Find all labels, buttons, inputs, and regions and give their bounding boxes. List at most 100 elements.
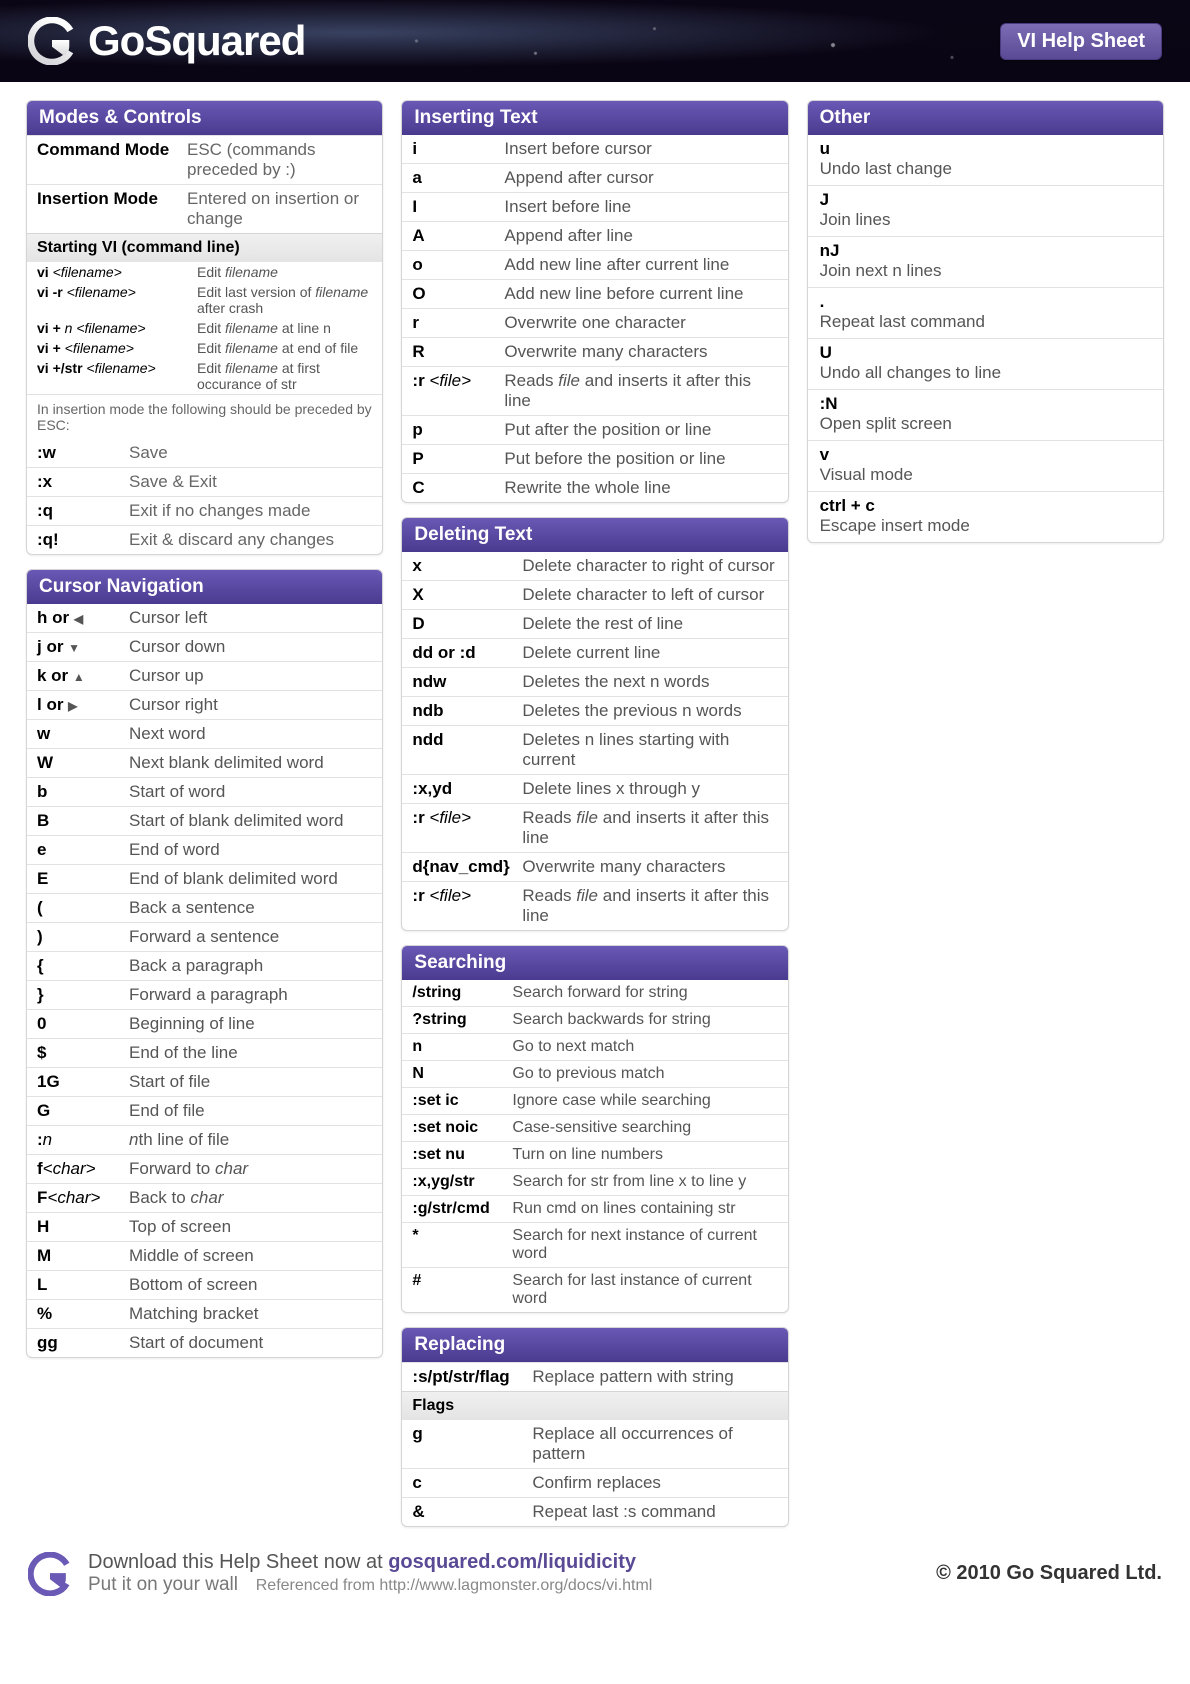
cmd: # bbox=[412, 1272, 512, 1290]
save-row: :wSave bbox=[27, 439, 382, 467]
desc: Reads file and inserts it after this lin… bbox=[522, 886, 777, 926]
cmd-row: ndbDeletes the previous n words bbox=[402, 696, 787, 725]
nav-row: (Back a sentence bbox=[27, 893, 382, 922]
desc: Go to previous match bbox=[512, 1065, 664, 1083]
cmd: { bbox=[37, 956, 129, 976]
starting-row: vi +/str <filename>Edit filename at firs… bbox=[27, 358, 382, 394]
cmd: ctrl + c bbox=[820, 496, 1151, 516]
starting-row: vi -r <filename>Edit last version of fil… bbox=[27, 282, 382, 318]
cmd-row: AAppend after line bbox=[402, 221, 787, 250]
cmd: Command Mode bbox=[37, 140, 187, 160]
cmd-row: nddDeletes n lines starting with current bbox=[402, 725, 787, 774]
nav-row: :nnth line of file bbox=[27, 1125, 382, 1154]
cmd-row: CRewrite the whole line bbox=[402, 473, 787, 502]
desc: Search backwards for string bbox=[512, 1011, 710, 1029]
desc: Save & Exit bbox=[129, 472, 217, 492]
cmd: p bbox=[412, 420, 504, 440]
desc: Middle of screen bbox=[129, 1246, 254, 1266]
copyright: © 2010 Go Squared Ltd. bbox=[936, 1562, 1162, 1585]
nav-row: eEnd of word bbox=[27, 835, 382, 864]
desc: Forward a sentence bbox=[129, 927, 279, 947]
desc-arg: file bbox=[576, 886, 598, 905]
cmd-row: ROverwrite many characters bbox=[402, 337, 787, 366]
other-row: vVisual mode bbox=[808, 440, 1163, 491]
cmd: 1G bbox=[37, 1072, 129, 1092]
desc: Case-sensitive searching bbox=[512, 1119, 691, 1137]
cmd-row: pPut after the position or line bbox=[402, 415, 787, 444]
cmd: l or bbox=[37, 695, 129, 715]
desc-arg: filename bbox=[315, 284, 368, 300]
cmd: gg bbox=[37, 1333, 129, 1353]
nav-row: $End of the line bbox=[27, 1038, 382, 1067]
nav-row: BStart of blank delimited word bbox=[27, 806, 382, 835]
desc-arg: filename bbox=[225, 320, 278, 336]
section-inserting-text: Inserting Text iInsert before cursoraApp… bbox=[401, 100, 788, 503]
cmd: :q bbox=[37, 501, 129, 521]
cmd: vi + n <filename> bbox=[37, 320, 197, 336]
cmd-arg: <filename> bbox=[86, 360, 155, 376]
other-row: nJJoin next n lines bbox=[808, 236, 1163, 287]
cmd: % bbox=[37, 1304, 129, 1324]
desc: Search for str from line x to line y bbox=[512, 1173, 746, 1191]
cmd-row: :r <file>Reads file and inserts it after… bbox=[402, 803, 787, 852]
desc: Exit & discard any changes bbox=[129, 530, 334, 550]
cmd: Insertion Mode bbox=[37, 189, 187, 209]
cmd: N bbox=[412, 1065, 512, 1083]
cmd-arg: <filename> bbox=[67, 284, 136, 300]
desc: Insert before cursor bbox=[504, 139, 651, 159]
cmd-row: *Search for next instance of current wor… bbox=[402, 1222, 787, 1267]
arrow-icon bbox=[68, 637, 80, 656]
desc-arg: char bbox=[215, 1159, 248, 1178]
cmd-row: d{nav_cmd}Overwrite many characters bbox=[402, 852, 787, 881]
other-row: UUndo all changes to line bbox=[808, 338, 1163, 389]
cmd: F<char> bbox=[37, 1188, 129, 1208]
content-columns: Modes & Controls Command ModeESC (comman… bbox=[0, 82, 1190, 1537]
cmd: J bbox=[820, 190, 1151, 210]
cmd-arg: <file> bbox=[429, 808, 471, 827]
cmd-row: nGo to next match bbox=[402, 1033, 787, 1060]
nav-row: 1GStart of file bbox=[27, 1067, 382, 1096]
footer-reference: Referenced from http://www.lagmonster.or… bbox=[256, 1577, 653, 1594]
desc: ESC (commands preceded by :) bbox=[187, 140, 372, 180]
desc: Matching bracket bbox=[129, 1304, 258, 1324]
desc: Append after line bbox=[504, 226, 633, 246]
desc-arg: filename bbox=[225, 264, 278, 280]
cmd: M bbox=[37, 1246, 129, 1266]
cmd-row: /stringSearch forward for string bbox=[402, 980, 787, 1006]
arrow-icon bbox=[74, 608, 83, 627]
cmd-row: :x,ydDelete lines x through y bbox=[402, 774, 787, 803]
cmd: c bbox=[412, 1473, 532, 1493]
gosquared-logo-icon bbox=[28, 1552, 72, 1596]
cmd-row: dd or :dDelete current line bbox=[402, 638, 787, 667]
section-searching: Searching /stringSearch forward for stri… bbox=[401, 945, 788, 1313]
cmd: B bbox=[37, 811, 129, 831]
desc: Cursor right bbox=[129, 695, 218, 715]
nav-row: l or Cursor right bbox=[27, 690, 382, 719]
section-cursor-navigation: Cursor Navigation h or Cursor leftj or C… bbox=[26, 569, 383, 1358]
desc: Start of document bbox=[129, 1333, 263, 1353]
cmd: :r <file> bbox=[412, 886, 522, 906]
desc: Rewrite the whole line bbox=[504, 478, 670, 498]
save-row: :qExit if no changes made bbox=[27, 496, 382, 525]
desc: Escape insert mode bbox=[820, 516, 1151, 536]
cmd: k or bbox=[37, 666, 129, 686]
cmd: :q! bbox=[37, 530, 129, 550]
desc-arg: n bbox=[129, 1130, 138, 1149]
desc-arg: filename bbox=[225, 340, 278, 356]
desc: Delete character to right of cursor bbox=[522, 556, 774, 576]
cmd: v bbox=[820, 445, 1151, 465]
cmd: vi <filename> bbox=[37, 264, 197, 280]
desc: Deletes the previous n words bbox=[522, 701, 741, 721]
page-header: GoSquared VI Help Sheet bbox=[0, 0, 1190, 82]
sheet-title-badge: VI Help Sheet bbox=[1000, 23, 1162, 60]
save-row: :q!Exit & discard any changes bbox=[27, 525, 382, 554]
cmd: :x bbox=[37, 472, 129, 492]
nav-row: {Back a paragraph bbox=[27, 951, 382, 980]
cmd-row: :x,yg/strSearch for str from line x to l… bbox=[402, 1168, 787, 1195]
cmd: W bbox=[37, 753, 129, 773]
desc: End of file bbox=[129, 1101, 205, 1121]
page-footer: Download this Help Sheet now at gosquare… bbox=[0, 1537, 1190, 1620]
subheading-flags: Flags bbox=[402, 1391, 787, 1420]
desc: Delete lines x through y bbox=[522, 779, 700, 799]
footer-tagline: Put it on your wall bbox=[88, 1574, 238, 1595]
